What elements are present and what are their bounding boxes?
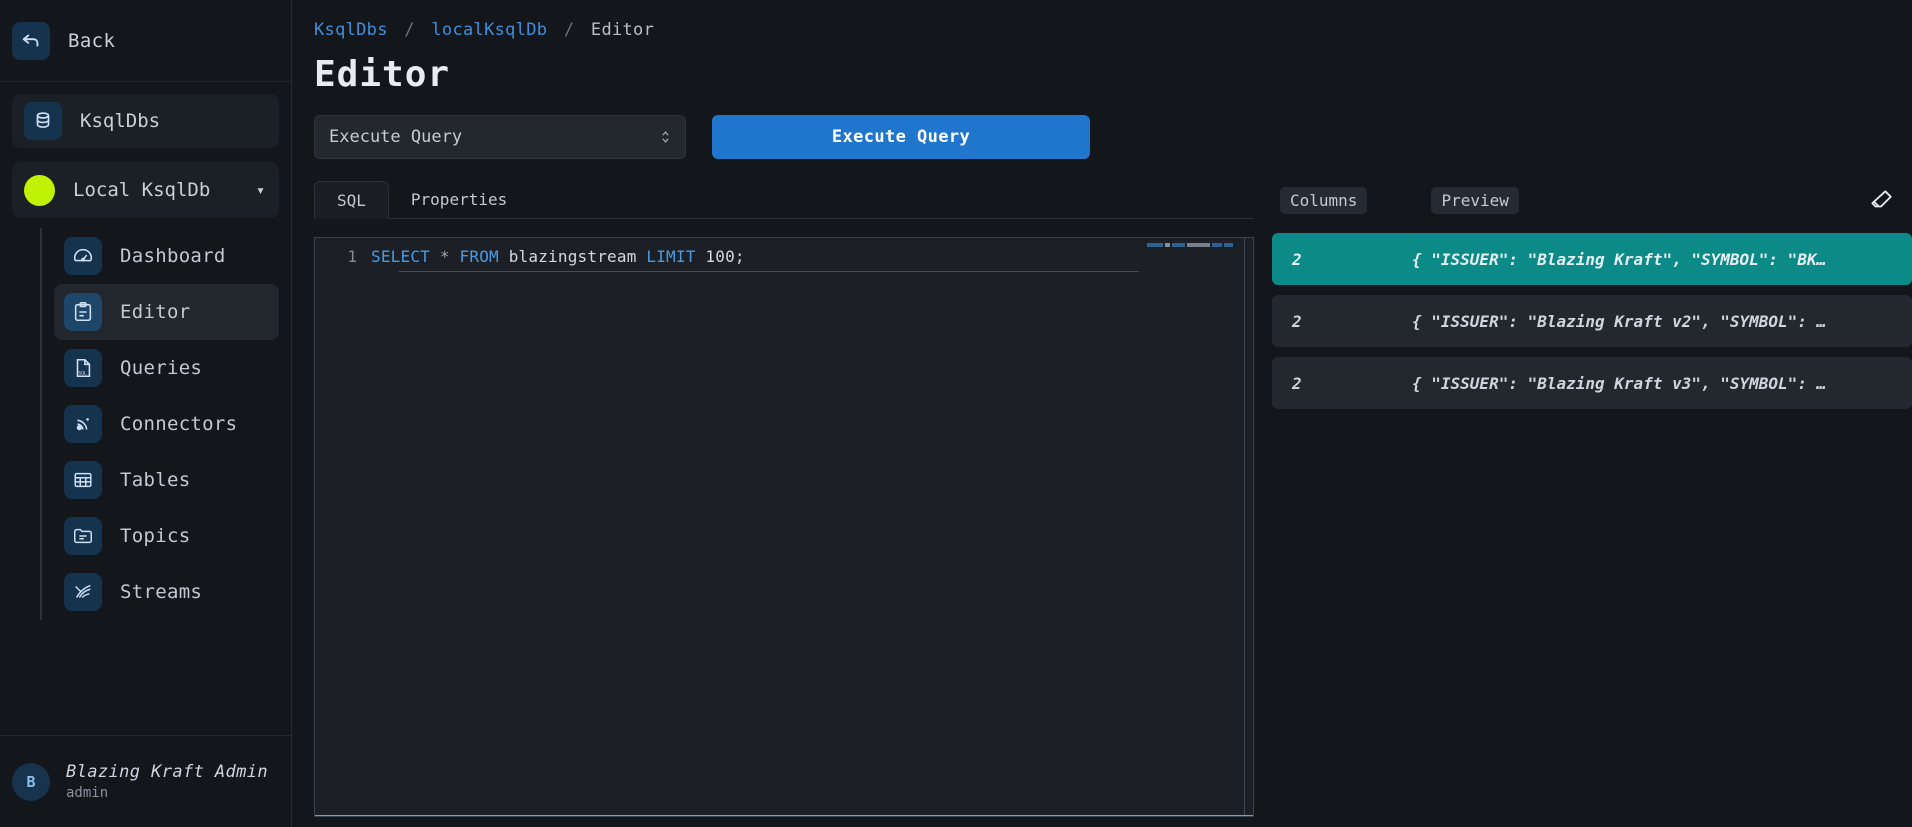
- code-line-1: 1 SELECT * FROM blazingstream LIMIT 100;: [315, 238, 1253, 266]
- user-role: admin: [66, 785, 109, 801]
- table-icon: [64, 461, 102, 499]
- sidebar-item-streams[interactable]: Streams: [54, 564, 279, 620]
- results-header: Columns Preview: [1272, 181, 1912, 219]
- sql-keyword-select: SELECT: [371, 247, 430, 266]
- sidebar-item-tables-label: Tables: [120, 469, 191, 491]
- row-number: 2: [1292, 311, 1302, 331]
- sql-file-icon: SQL: [64, 349, 102, 387]
- sql-code-text: SELECT * FROM blazingstream LIMIT 100;: [371, 247, 745, 266]
- sidebar-item-queries[interactable]: SQL Queries: [54, 340, 279, 396]
- cluster-label: Local KsqlDb: [73, 179, 211, 201]
- table-row[interactable]: 2 { "ISSUER": "Blazing Kraft", "SYMBOL":…: [1272, 233, 1912, 285]
- user-name: Blazing Kraft Admin: [66, 762, 269, 782]
- folder-icon: [64, 517, 102, 555]
- sql-keyword-limit: LIMIT: [646, 247, 696, 266]
- sidebar-item-dashboard[interactable]: Dashboard: [54, 228, 279, 284]
- editor-bottom-accent: [315, 815, 1253, 816]
- columns-tab[interactable]: Columns: [1280, 186, 1368, 214]
- sidebar-item-connectors[interactable]: Connectors: [54, 396, 279, 452]
- preview-tab[interactable]: Preview: [1431, 186, 1519, 214]
- sidebar-item-dashboard-label: Dashboard: [120, 245, 226, 267]
- user-profile[interactable]: B Blazing Kraft Admin admin: [0, 735, 291, 827]
- results-panel: Columns Preview 2 { "ISSUER": "Blazing K…: [1254, 181, 1912, 827]
- editor-tabs: SQL Properties: [314, 181, 1254, 219]
- eraser-icon[interactable]: [1868, 187, 1894, 213]
- sidebar-subnav: Dashboard Editor SQL Queries Connectors …: [40, 228, 279, 620]
- current-line-indicator: [399, 271, 1139, 272]
- sql-limit-value: 100;: [705, 247, 745, 266]
- table-row[interactable]: 2 { "ISSUER": "Blazing Kraft v2", "SYMBO…: [1272, 295, 1912, 347]
- sidebar-nav: KsqlDbs Local KsqlDb ▾ Dashboard Editor …: [0, 82, 291, 620]
- chevron-updown-icon: [660, 129, 671, 145]
- editor-panel: SQL Properties 1 SELECT * FROM blazingst…: [314, 181, 1254, 827]
- cluster-selector[interactable]: Local KsqlDb ▾: [12, 162, 279, 218]
- svg-text:SQL: SQL: [78, 370, 87, 376]
- sql-keyword-from: FROM: [459, 247, 499, 266]
- sidebar: Back KsqlDbs Local KsqlDb ▾ Dashboard Ed…: [0, 0, 292, 827]
- row-number: 2: [1292, 249, 1302, 269]
- editor-minimap[interactable]: [1147, 241, 1234, 249]
- table-row[interactable]: 2 { "ISSUER": "Blazing Kraft v3", "SYMBO…: [1272, 357, 1912, 409]
- sidebar-item-ksqldbs[interactable]: KsqlDbs: [12, 94, 279, 148]
- avatar: B: [12, 762, 50, 801]
- sidebar-item-ksqldbs-label: KsqlDbs: [80, 110, 161, 132]
- sidebar-item-editor-label: Editor: [120, 301, 191, 323]
- query-action-select-value: Execute Query: [329, 127, 463, 147]
- line-number: 1: [347, 247, 357, 266]
- tab-properties[interactable]: Properties: [389, 180, 529, 218]
- back-arrow-icon: [12, 21, 50, 60]
- row-number: 2: [1292, 373, 1302, 393]
- sidebar-item-topics[interactable]: Topics: [54, 508, 279, 564]
- chevron-down-icon: ▾: [255, 181, 265, 199]
- clipboard-icon: [64, 293, 102, 331]
- breadcrumb-separator-2: /: [563, 20, 575, 40]
- toolbar: Execute Query Execute Query: [314, 115, 1912, 159]
- sql-star: *: [439, 247, 450, 266]
- sql-code-editor[interactable]: 1 SELECT * FROM blazingstream LIMIT 100;: [314, 237, 1254, 817]
- tab-sql[interactable]: SQL: [314, 181, 389, 219]
- query-action-select[interactable]: Execute Query: [314, 115, 686, 159]
- row-json: { "ISSUER": "Blazing Kraft v3", "SYMBOL"…: [1412, 373, 1827, 393]
- row-json: { "ISSUER": "Blazing Kraft v2", "SYMBOL"…: [1412, 311, 1827, 331]
- sidebar-item-streams-label: Streams: [120, 581, 203, 603]
- breadcrumb-separator-1: /: [404, 20, 415, 40]
- editor-scrollbar[interactable]: [1244, 238, 1245, 816]
- app-root: Back KsqlDbs Local KsqlDb ▾ Dashboard Ed…: [0, 0, 1912, 827]
- back-label: Back: [68, 29, 116, 52]
- breadcrumb-cluster[interactable]: localKsqlDb: [431, 20, 547, 40]
- sql-table-name: blazingstream: [508, 247, 637, 266]
- connectors-icon: [64, 405, 102, 443]
- page-title: Editor: [314, 54, 451, 95]
- main-content: KsqlDbs / localKsqlDb / Editor Editor Ex…: [292, 0, 1912, 827]
- breadcrumb-current: Editor: [590, 20, 655, 40]
- breadcrumb-ksqldbs[interactable]: KsqlDbs: [314, 20, 388, 40]
- content-area: SQL Properties 1 SELECT * FROM blazingst…: [314, 181, 1912, 827]
- cluster-status-dot: [24, 174, 55, 206]
- execute-query-button[interactable]: Execute Query: [712, 115, 1090, 159]
- back-button[interactable]: Back: [0, 0, 291, 82]
- gauge-icon: [64, 237, 102, 275]
- row-json: { "ISSUER": "Blazing Kraft", "SYMBOL": "…: [1412, 249, 1827, 269]
- breadcrumb: KsqlDbs / localKsqlDb / Editor: [314, 20, 1912, 40]
- sidebar-item-tables[interactable]: Tables: [54, 452, 279, 508]
- sidebar-item-connectors-label: Connectors: [120, 413, 238, 435]
- results-rows: 2 { "ISSUER": "Blazing Kraft", "SYMBOL":…: [1272, 233, 1912, 409]
- streams-icon: [64, 573, 102, 611]
- database-icon: [24, 102, 62, 140]
- sidebar-item-editor[interactable]: Editor: [54, 284, 279, 340]
- sidebar-item-topics-label: Topics: [120, 525, 191, 547]
- sidebar-item-queries-label: Queries: [120, 357, 203, 379]
